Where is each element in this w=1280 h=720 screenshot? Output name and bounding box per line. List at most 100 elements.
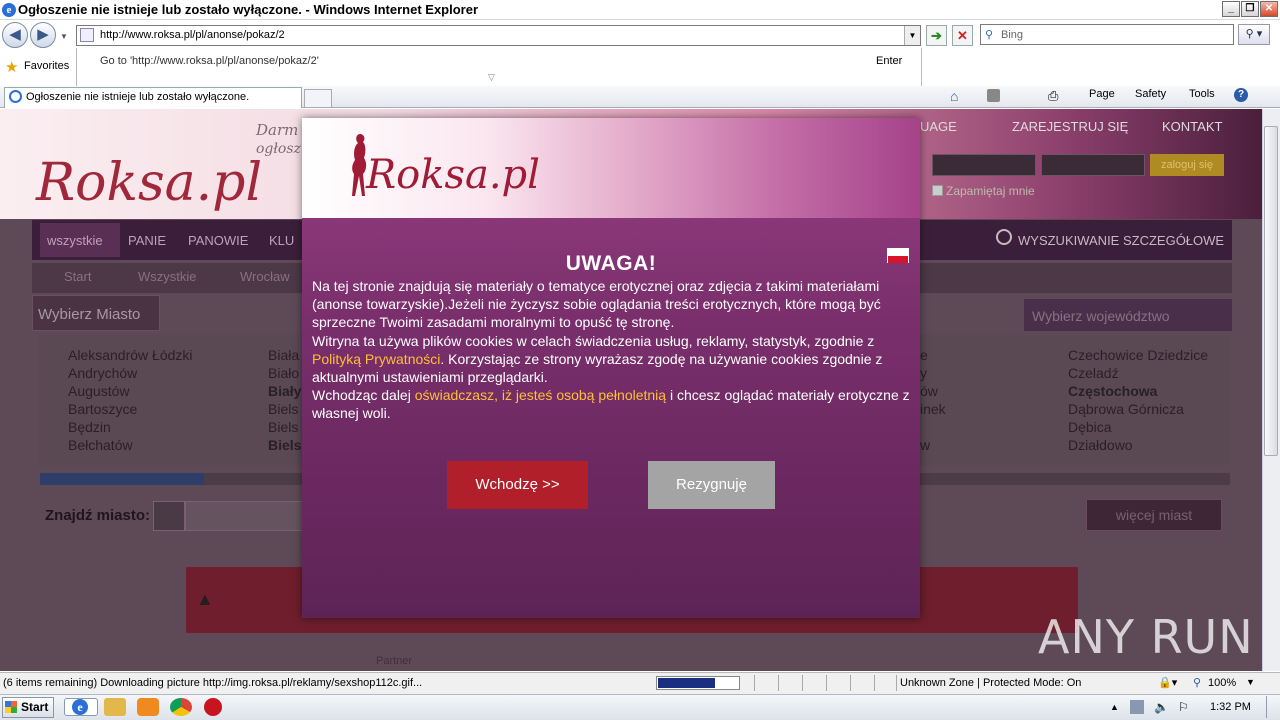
city-link[interactable]: Biels (268, 437, 301, 453)
city-link[interactable]: Będzin (68, 419, 111, 435)
city-link[interactable]: w (920, 437, 930, 453)
login-button[interactable]: zaloguj się (1150, 154, 1224, 176)
zoom-dropdown-icon[interactable]: ▼ (1246, 677, 1255, 687)
age-text-start: Wchodząc dalej (312, 387, 415, 404)
action-center-flag-icon[interactable]: ⚐ (1178, 700, 1192, 714)
network-icon[interactable] (1130, 700, 1144, 714)
modal-body: Na tej stronie znajdują się materiały o … (312, 277, 910, 423)
go-arrow-icon: ➔ (931, 28, 942, 43)
find-city-search-icon[interactable] (153, 501, 185, 531)
go-button[interactable]: ➔ (926, 25, 947, 46)
explorer-folder-icon[interactable] (104, 698, 126, 716)
feeds-icon[interactable] (987, 89, 1000, 102)
city-link[interactable]: Biały (268, 383, 301, 399)
city-link[interactable]: Czeladź (1068, 365, 1119, 381)
city-link[interactable]: inek (920, 401, 946, 417)
more-cities-button[interactable]: więcej miast (1086, 499, 1222, 531)
stop-button[interactable]: ✕ (952, 25, 973, 46)
anyrun-watermark: ANY RUN (1038, 610, 1254, 664)
city-link[interactable]: e (920, 347, 928, 363)
protected-mode-icon[interactable]: 🔒▾ (1158, 676, 1177, 689)
city-link[interactable]: Częstochowa (1068, 383, 1157, 399)
register-link[interactable]: ZAREJESTRUJ SIĘ (1012, 119, 1128, 134)
help-icon[interactable]: ? (1234, 88, 1248, 102)
city-link[interactable]: ów (920, 383, 938, 399)
scrollbar-thumb[interactable] (1264, 126, 1278, 456)
language-link[interactable]: UAGE (920, 119, 957, 134)
status-divider (826, 675, 827, 691)
forward-button[interactable]: ▶ (30, 22, 56, 48)
menu-item-women[interactable]: PANIE (128, 233, 166, 248)
page-menu[interactable]: Page (1089, 88, 1115, 100)
history-dropdown-icon[interactable]: ▼ (60, 32, 68, 41)
login-username-input[interactable] (932, 154, 1036, 176)
minimize-button[interactable]: _ (1222, 1, 1240, 17)
city-link[interactable]: y (920, 365, 927, 381)
safety-menu[interactable]: Safety (1135, 88, 1166, 100)
breadcrumb-all[interactable]: Wszystkie (138, 269, 197, 284)
city-link[interactable]: Biels (268, 419, 298, 435)
windows-logo-icon (5, 701, 17, 713)
breadcrumb-start[interactable]: Start (64, 269, 91, 284)
cookies-text-start: Witryna ta używa plików cookies w celach… (312, 332, 875, 349)
search-icon: ⚲ ▾ (1245, 28, 1263, 40)
search-icon (996, 229, 1012, 245)
page-icon (80, 28, 94, 42)
back-button[interactable]: ◀ (2, 22, 28, 48)
address-dropdown-button[interactable]: ▼ (904, 26, 920, 45)
volume-icon[interactable]: 🔈 (1154, 700, 1169, 714)
city-link[interactable]: Dąbrowa Górnicza (1068, 401, 1184, 417)
city-selector-title: Wybierz Miasto (38, 306, 141, 323)
tab-loading-icon (9, 90, 22, 103)
new-tab-button[interactable] (304, 89, 332, 107)
zoom-level[interactable]: 100% (1208, 677, 1236, 689)
window-title: Ogłoszenie nie istnieje lub zostało wyłą… (18, 2, 479, 17)
breadcrumb-city[interactable]: Wrocław (240, 269, 290, 284)
media-player-icon[interactable] (137, 698, 159, 716)
search-input[interactable]: Bing (1001, 29, 1023, 41)
find-city-input[interactable] (185, 501, 305, 531)
opera-icon[interactable] (204, 698, 222, 716)
city-link[interactable]: Czechowice Dziedzice (1068, 347, 1208, 363)
taskbar-clock[interactable]: 1:32 PM (1210, 701, 1251, 713)
contact-link[interactable]: KONTAKT (1162, 119, 1222, 134)
menu-item-clubs[interactable]: KLU (269, 233, 294, 248)
modal-paragraph-age: Wchodząc dalej oświadczasz, iż jesteś os… (312, 386, 910, 422)
show-desktop-button[interactable] (1266, 696, 1278, 718)
remember-me-checkbox[interactable] (932, 185, 943, 196)
menu-item-all[interactable]: wszystkie (47, 233, 103, 248)
security-zone[interactable]: Unknown Zone | Protected Mode: On (900, 677, 1081, 689)
tools-menu[interactable]: Tools (1189, 88, 1215, 100)
enter-site-button[interactable]: Wchodzę >> (447, 461, 588, 509)
address-input[interactable]: http://www.roksa.pl/pl/anonse/pokaz/2 (100, 29, 285, 41)
tray-expand-icon[interactable]: ▲ (1110, 702, 1124, 716)
close-window-button[interactable]: ✕ (1260, 1, 1278, 17)
city-link[interactable]: Bartoszyce (68, 401, 137, 417)
city-link[interactable]: Bełchatów (68, 437, 133, 453)
leave-site-button[interactable]: Rezygnuję (648, 461, 775, 509)
city-link[interactable]: Biała (268, 347, 299, 363)
age-declaration-link[interactable]: oświadczasz, iż jesteś osobą pełnoletnią (415, 387, 666, 403)
suggestion-item[interactable]: Go to 'http://www.roksa.pl/pl/anonse/pok… (100, 55, 319, 67)
city-link[interactable]: Dębica (1068, 419, 1112, 435)
print-icon[interactable]: ⎙ (1048, 88, 1058, 104)
site-tagline: Darm (256, 121, 299, 139)
city-link[interactable]: Aleksandrów Łódzki (68, 347, 193, 363)
city-link[interactable]: Biało (268, 365, 299, 381)
maximize-button[interactable]: ❐ (1241, 1, 1259, 17)
city-link[interactable]: Augustów (68, 383, 129, 399)
search-button[interactable]: ⚲ ▾ (1238, 24, 1270, 45)
favorites-button[interactable]: Favorites (24, 60, 69, 72)
home-icon[interactable]: ⌂ (950, 88, 958, 104)
chrome-icon[interactable] (170, 698, 192, 716)
privacy-policy-link[interactable]: Polityką Prywatności (312, 351, 440, 367)
menu-item-men[interactable]: PANOWIE (188, 233, 248, 248)
suggestion-expand-icon[interactable]: ▽ (488, 72, 495, 83)
city-link[interactable]: Andrychów (68, 365, 137, 381)
city-link[interactable]: Działdowo (1068, 437, 1133, 453)
login-password-input[interactable] (1041, 154, 1145, 176)
site-logo[interactable]: Roksa.pl (36, 153, 262, 213)
city-link[interactable]: Biels (268, 401, 298, 417)
advanced-search-link[interactable]: WYSZUKIWANIE SZCZEGÓŁOWE (1018, 233, 1224, 248)
modal-logo: Roksa.pl (366, 152, 540, 198)
